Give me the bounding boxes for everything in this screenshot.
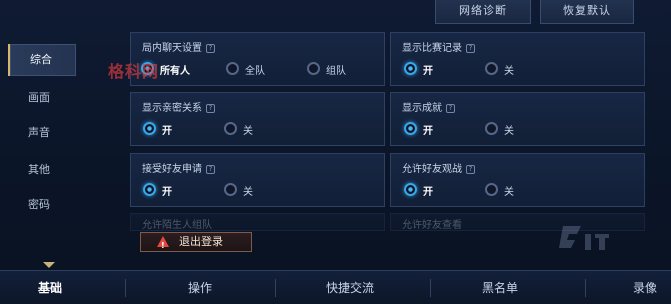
chat-setting-title: 局内聊天设置 xyxy=(142,43,202,54)
radio-on-icon xyxy=(404,122,417,135)
intimacy-title: 显示亲密关系 xyxy=(142,103,202,114)
help-icon[interactable]: ? xyxy=(206,104,215,113)
tab-divider xyxy=(430,279,431,297)
radio-on-icon xyxy=(404,183,417,196)
radio-off-icon xyxy=(307,62,320,75)
radio-off-icon xyxy=(485,183,498,196)
tab-quick-chat[interactable]: 快捷交流 xyxy=(310,277,390,299)
achievement-title: 显示成就 xyxy=(402,103,442,114)
radio-on-icon xyxy=(143,183,156,196)
radio-on-icon xyxy=(404,62,417,75)
logout-button[interactable]: 退出登录 xyxy=(140,232,252,255)
radio-off-icon xyxy=(224,183,237,196)
help-icon[interactable]: ? xyxy=(206,44,215,53)
chat-setting-panel: 局内聊天设置? 所有人 全队 组队 xyxy=(130,32,385,86)
radio-off-icon xyxy=(485,62,498,75)
faded-setting-left: 允许陌生人组队 xyxy=(130,213,385,231)
help-icon[interactable]: ? xyxy=(466,165,475,174)
tab-divider xyxy=(585,279,586,297)
friend-request-title: 接受好友申请 xyxy=(142,164,202,175)
help-icon[interactable]: ? xyxy=(206,165,215,174)
warning-icon xyxy=(157,236,169,255)
friend-watch-panel: 允许好友观战? 开 关 xyxy=(390,153,645,207)
tab-blacklist[interactable]: 黑名单 xyxy=(470,277,530,299)
faded-title-left: 允许陌生人组队 xyxy=(142,220,212,231)
nav-item-general[interactable]: 综合 xyxy=(8,44,76,76)
help-icon[interactable]: ? xyxy=(446,104,455,113)
match-record-panel: 显示比赛记录? 开 关 xyxy=(390,32,645,86)
intimacy-panel: 显示亲密关系? 开 关 xyxy=(130,92,385,146)
nav-item-password[interactable]: 密码 xyxy=(8,189,76,221)
radio-off-icon xyxy=(226,62,239,75)
friend-request-panel: 接受好友申请? 开 关 xyxy=(130,153,385,207)
settings-screen: 网络诊断 恢复默认 综合 画面 声音 其他 密码 局内聊天设置? 所有人 全队 … xyxy=(0,0,671,304)
site-logo-icon xyxy=(559,226,609,250)
tab-replay[interactable]: 录像 xyxy=(620,277,670,299)
restore-default-button[interactable]: 恢复默认 xyxy=(540,0,634,24)
active-tab-caret-icon xyxy=(43,262,55,268)
radio-off-icon xyxy=(485,122,498,135)
friend-watch-title: 允许好友观战 xyxy=(402,164,462,175)
nav-item-display[interactable]: 画面 xyxy=(8,82,76,114)
help-icon[interactable]: ? xyxy=(466,44,475,53)
radio-on-icon xyxy=(143,122,156,135)
nav-item-other[interactable]: 其他 xyxy=(8,154,76,186)
match-record-title: 显示比赛记录 xyxy=(402,43,462,54)
tab-basic[interactable]: 基础 xyxy=(20,277,80,299)
tab-divider xyxy=(125,279,126,297)
left-nav: 综合 画面 声音 其他 密码 xyxy=(8,44,76,234)
watermark-text: 格科网 xyxy=(108,62,160,81)
tab-divider xyxy=(275,279,276,297)
radio-off-icon xyxy=(224,122,237,135)
network-diagnosis-button[interactable]: 网络诊断 xyxy=(435,0,531,24)
bottom-tab-bar: 基础 操作 快捷交流 黑名单 录像 xyxy=(0,270,671,304)
achievement-panel: 显示成就? 开 关 xyxy=(390,92,645,146)
tab-controls[interactable]: 操作 xyxy=(170,277,230,299)
faded-title-right: 允许好友查看 xyxy=(402,220,462,231)
nav-item-sound[interactable]: 声音 xyxy=(8,117,76,149)
